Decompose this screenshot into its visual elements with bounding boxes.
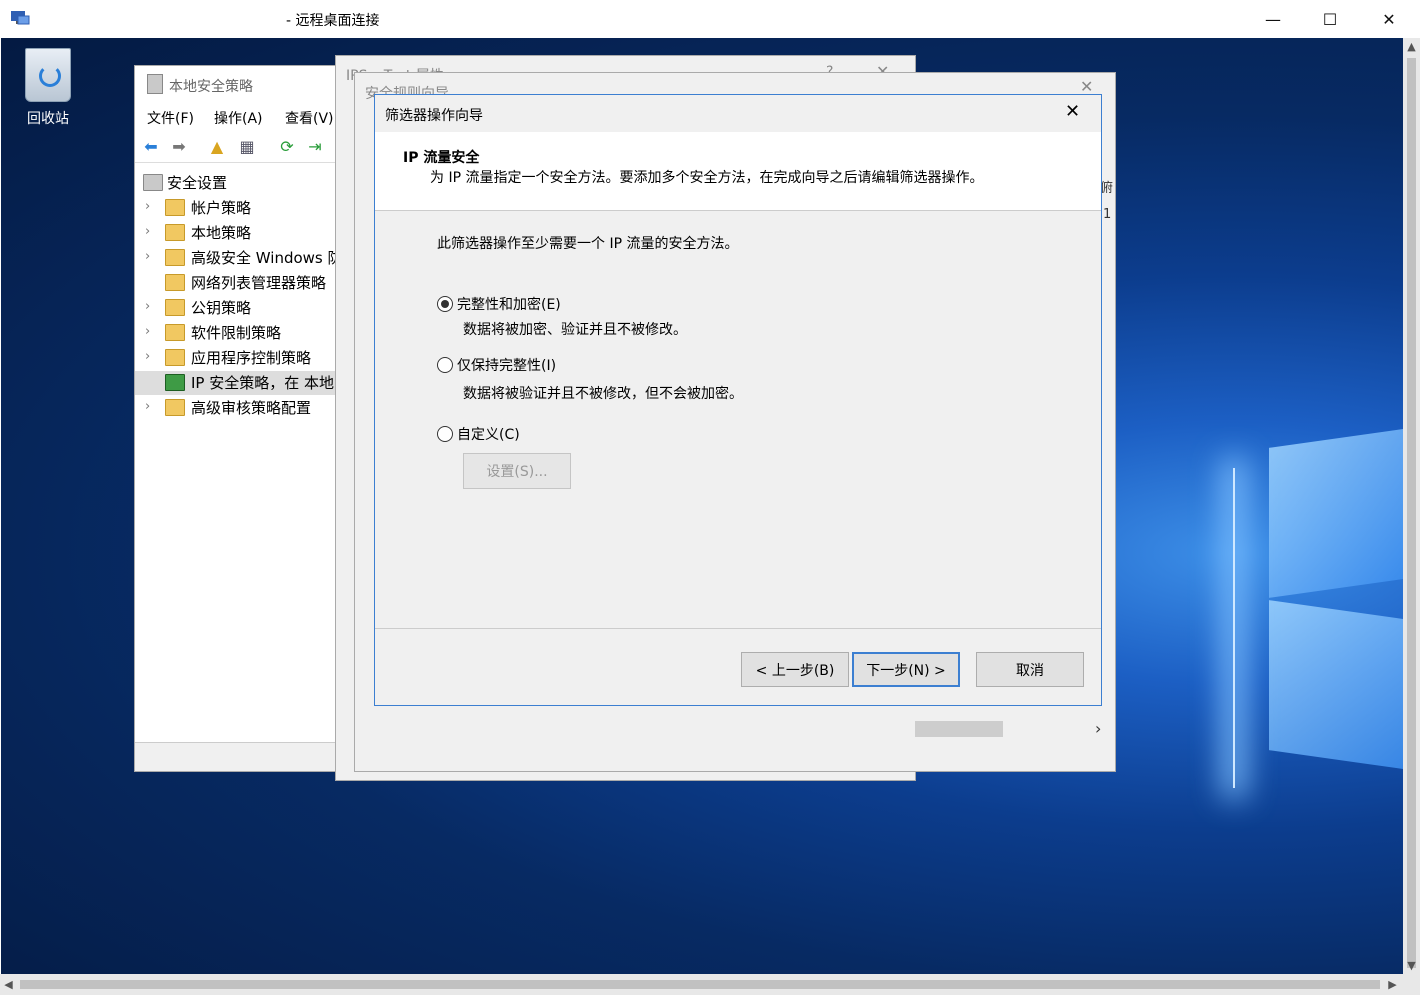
chevron-right-icon[interactable]: › [145, 349, 150, 364]
forward-arrow-icon[interactable]: ➡ [169, 137, 189, 157]
horizontal-scrollbar-thumb[interactable] [915, 721, 1003, 737]
folder-icon [165, 274, 185, 291]
page-title: IP 流量安全 [403, 150, 480, 166]
truncated-cell-text: 1 [1103, 207, 1112, 222]
tree-item-security-settings[interactable]: 安全设置 [135, 171, 347, 195]
scroll-down-icon[interactable]: ▼ [1403, 957, 1420, 974]
intro-text: 此筛选器操作至少需要一个 IP 流量的安全方法。 [437, 236, 739, 252]
minimize-button[interactable]: — [1244, 0, 1302, 38]
tree-item-windows-firewall[interactable]: › 高级安全 Windows 防 [135, 246, 347, 270]
horizontal-scrollbar[interactable]: ◀ ▶ [0, 974, 1420, 995]
radio-custom[interactable] [437, 426, 453, 442]
option-label[interactable]: 自定义(C) [457, 424, 520, 444]
folder-lock-icon [165, 199, 185, 216]
recycle-bin[interactable]: 回收站 [18, 48, 78, 128]
menu-view[interactable]: 查看(V) [285, 108, 334, 128]
tree-item-network-list[interactable]: 网络列表管理器策略 [135, 271, 347, 295]
folder-icon [165, 324, 185, 341]
rdp-titlebar: - 远程桌面连接 — ☐ ✕ [0, 0, 1420, 38]
tree-item-account-policy[interactable]: › 帐户策略 [135, 196, 347, 220]
filter-action-wizard: 筛选器操作向导 ✕ IP 流量安全 为 IP 流量指定一个安全方法。要添加多个安… [374, 94, 1102, 706]
scroll-right-icon[interactable]: ▶ [1384, 976, 1401, 993]
settings-button[interactable]: 设置(S)... [463, 453, 571, 489]
scroll-right-icon[interactable]: › [1095, 719, 1101, 738]
tree-item-local-policy[interactable]: › 本地策略 [135, 221, 347, 245]
folder-icon [165, 249, 185, 266]
folder-icon [165, 349, 185, 366]
menu-bar: 文件(F) 操作(A) 查看(V) [135, 104, 347, 130]
windows-logo-pane [1269, 600, 1403, 770]
divider [375, 628, 1101, 629]
chevron-right-icon[interactable]: › [145, 299, 150, 314]
option-label[interactable]: 仅保持完整性(I) [457, 355, 556, 375]
page-subtitle: 为 IP 流量指定一个安全方法。要添加多个安全方法，在完成向导之后请编辑筛选器操… [430, 170, 984, 186]
refresh-icon[interactable]: ⟳ [277, 137, 297, 157]
recycle-bin-icon [25, 48, 71, 102]
tree-item-advanced-audit[interactable]: › 高级审核策略配置 [135, 396, 347, 420]
option-description: 数据将被加密、验证并且不被修改。 [463, 322, 687, 338]
chevron-right-icon[interactable]: › [145, 249, 150, 264]
scroll-left-icon[interactable]: ◀ [0, 976, 17, 993]
up-folder-icon[interactable]: ▲ [207, 137, 227, 157]
folder-icon [165, 299, 185, 316]
windows-logo-glow [1233, 468, 1235, 788]
next-button[interactable]: 下一步(N) > [852, 652, 960, 687]
export-list-icon[interactable]: ⇥ [305, 137, 325, 157]
folder-lock-icon [165, 224, 185, 241]
tree-item-app-control[interactable]: › 应用程序控制策略 [135, 346, 347, 370]
remote-desktop-icon [10, 9, 30, 27]
status-bar [135, 742, 347, 771]
window-title: 本地安全策略 [169, 79, 253, 95]
back-arrow-icon[interactable]: ⬅ [141, 137, 161, 157]
chevron-right-icon[interactable]: › [145, 199, 150, 214]
tree-item-ip-security[interactable]: IP 安全策略，在 本地 [135, 371, 347, 395]
scroll-up-icon[interactable]: ▲ [1403, 38, 1420, 55]
back-button[interactable]: < 上一步(B) [741, 652, 849, 687]
vertical-scrollbar[interactable]: ▲ ▼ [1403, 38, 1420, 974]
show-hide-tree-icon[interactable]: ▦ [237, 137, 257, 157]
horizontal-scrollbar-thumb[interactable] [20, 980, 1380, 989]
menu-file[interactable]: 文件(F) [147, 108, 194, 128]
security-settings-icon [143, 174, 163, 191]
windows-logo-pane [1269, 428, 1403, 598]
chevron-right-icon[interactable]: › [145, 324, 150, 339]
wizard-header: IP 流量安全 为 IP 流量指定一个安全方法。要添加多个安全方法，在完成向导之… [375, 132, 1101, 211]
policy-icon [147, 74, 163, 94]
option-label[interactable]: 完整性和加密(E) [457, 294, 561, 314]
toolbar: ⬅ ➡ ▲ ▦ ⟳ ⇥ [135, 132, 347, 163]
close-button[interactable]: ✕ [1360, 0, 1418, 38]
maximize-button[interactable]: ☐ [1301, 0, 1359, 38]
tree-item-software-restriction[interactable]: › 软件限制策略 [135, 321, 347, 345]
ip-security-icon [165, 374, 185, 391]
chevron-right-icon[interactable]: › [145, 224, 150, 239]
wizard-title: 筛选器操作向导 [385, 108, 483, 124]
option-description: 数据将被验证并且不被修改，但不会被加密。 [463, 386, 743, 402]
vertical-scrollbar-thumb[interactable] [1407, 58, 1416, 968]
rdp-window-title: - 远程桌面连接 [286, 13, 380, 29]
radio-integrity-encryption[interactable] [437, 296, 453, 312]
close-button[interactable]: ✕ [1065, 101, 1080, 122]
local-security-policy-window: 本地安全策略 文件(F) 操作(A) 查看(V) ⬅ ➡ ▲ ▦ ⟳ ⇥ 安全设… [134, 65, 348, 772]
folder-icon [165, 399, 185, 416]
chevron-right-icon[interactable]: › [145, 399, 150, 414]
recycle-bin-label: 回收站 [27, 111, 69, 127]
tree-item-public-key[interactable]: › 公钥策略 [135, 296, 347, 320]
radio-integrity-only[interactable] [437, 357, 453, 373]
menu-action[interactable]: 操作(A) [214, 108, 263, 128]
cancel-button[interactable]: 取消 [976, 652, 1084, 687]
